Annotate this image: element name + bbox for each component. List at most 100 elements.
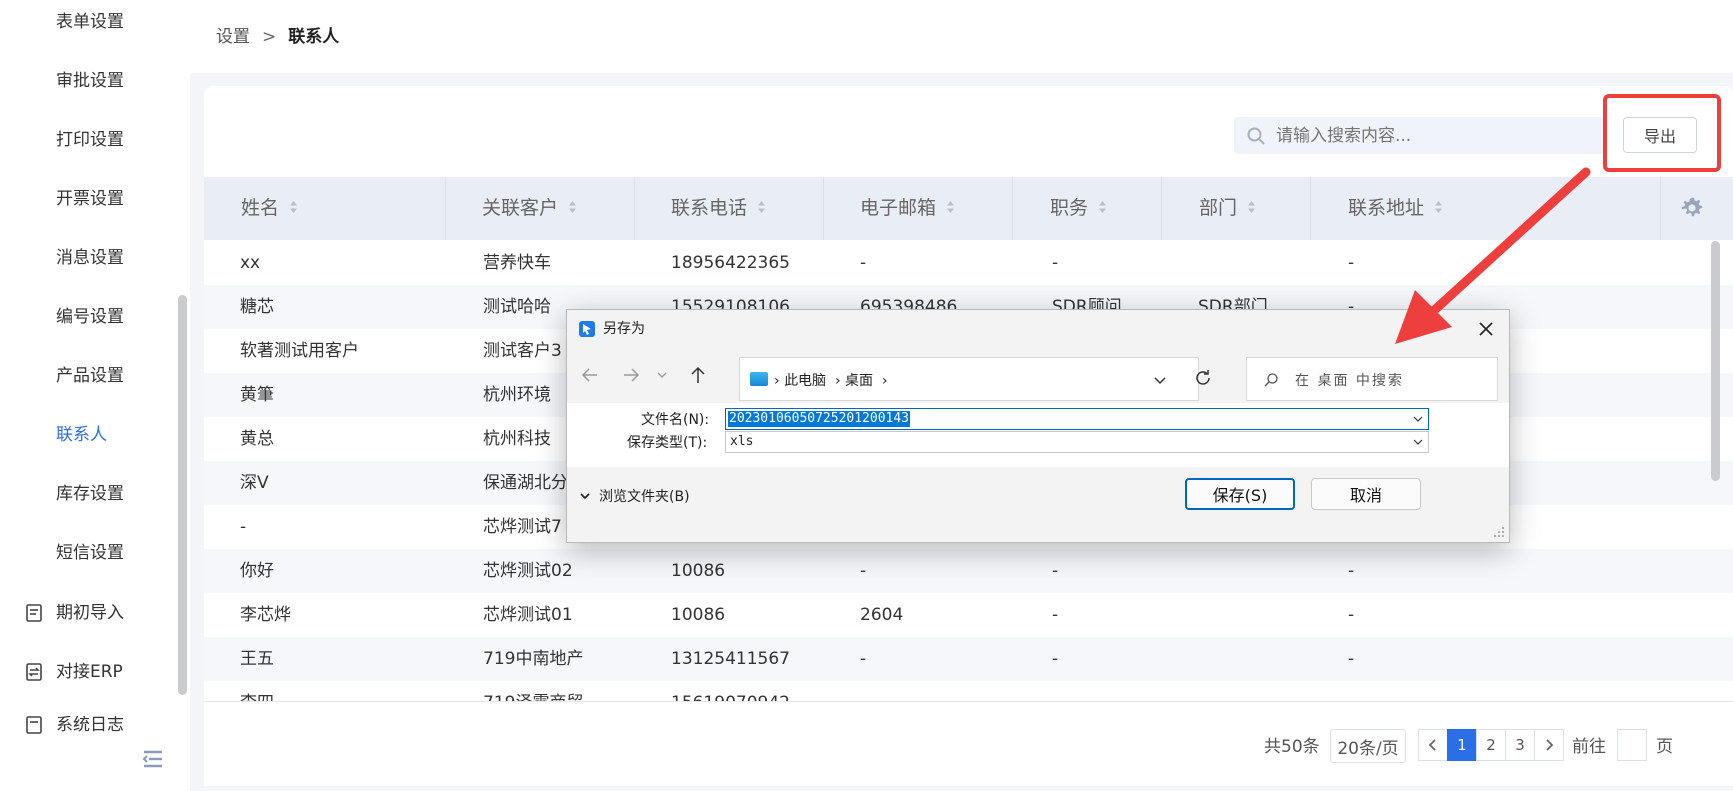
sidebar-scrollbar[interactable] xyxy=(178,295,187,695)
folder-search-box[interactable]: 在 桌面 中搜索 xyxy=(1246,357,1498,401)
table-cell: 黄总 xyxy=(240,429,274,449)
save-button[interactable]: 保存(S) xyxy=(1185,478,1295,510)
sidebar-group-initial-import[interactable]: 期初导入 xyxy=(24,598,124,628)
sidebar-item-inventory-settings[interactable]: 库存设置 xyxy=(56,479,124,509)
column-header-title[interactable]: 职务 xyxy=(1050,177,1107,240)
sidebar: 表单设置 审批设置 打印设置 开票设置 消息设置 编号设置 产品设置 联系人 库… xyxy=(0,0,190,791)
breadcrumb: 设置 > 联系人 xyxy=(216,22,339,47)
sort-icon[interactable] xyxy=(757,200,766,214)
sort-icon[interactable] xyxy=(1098,200,1107,214)
chevron-down-icon[interactable] xyxy=(1152,372,1168,388)
sidebar-item-numbering-settings[interactable]: 编号设置 xyxy=(56,302,124,332)
page-button-2[interactable]: 2 xyxy=(1476,729,1506,761)
table-cell: - xyxy=(1348,561,1355,581)
gear-icon[interactable] xyxy=(1680,196,1704,220)
column-header-email[interactable]: 电子邮箱 xyxy=(860,177,955,240)
table-cell: - xyxy=(1052,253,1059,273)
log-icon xyxy=(26,716,42,734)
table-row[interactable] xyxy=(204,637,1733,681)
column-divider xyxy=(1310,177,1311,240)
chevron-down-icon[interactable] xyxy=(1412,413,1424,425)
table-cell: 软著测试用客户 xyxy=(240,341,359,361)
table-cell: 营养快车 xyxy=(483,253,551,273)
address-bar[interactable]: › 此电脑 › 桌面 › xyxy=(739,357,1199,401)
page-button-1[interactable]: 1 xyxy=(1447,729,1477,761)
chevron-down-icon[interactable] xyxy=(1412,436,1424,448)
sort-icon[interactable] xyxy=(568,200,577,214)
table-cell: 杭州科技 xyxy=(483,429,551,449)
forward-arrow-icon[interactable] xyxy=(620,364,642,386)
sidebar-item-invoice-settings[interactable]: 开票设置 xyxy=(56,184,124,214)
dialog-title: 另存为 xyxy=(603,321,645,337)
sidebar-item-approval-settings[interactable]: 审批设置 xyxy=(56,66,124,96)
column-header-name[interactable]: 姓名 xyxy=(241,177,298,240)
sidebar-item-product-settings[interactable]: 产品设置 xyxy=(56,361,124,391)
sidebar-group-label: 期初导入 xyxy=(56,603,124,623)
table-cell: 13125411567 xyxy=(671,649,790,669)
sort-icon[interactable] xyxy=(1434,200,1443,214)
column-header-department[interactable]: 部门 xyxy=(1199,177,1256,240)
sidebar-group-label: 对接ERP xyxy=(56,662,123,682)
column-header-phone[interactable]: 联系电话 xyxy=(671,177,766,240)
path-segment-this-pc[interactable]: 此电脑 xyxy=(784,373,826,389)
search-input[interactable] xyxy=(1274,124,1578,147)
browse-folders-toggle[interactable]: 浏览文件夹(B) xyxy=(579,486,690,506)
page-button-3[interactable]: 3 xyxy=(1505,729,1535,761)
table-cell: 18956422365 xyxy=(671,253,790,273)
folder-search-placeholder: 在 桌面 中搜索 xyxy=(1295,373,1404,389)
prev-page-button[interactable] xyxy=(1418,729,1448,761)
breadcrumb-parent[interactable]: 设置 xyxy=(216,27,250,47)
column-divider xyxy=(1161,177,1162,240)
sidebar-item-contacts[interactable]: 联系人 xyxy=(56,420,107,450)
table-row[interactable] xyxy=(204,241,1733,285)
cancel-button[interactable]: 取消 xyxy=(1311,478,1421,510)
column-header-customer[interactable]: 关联客户 xyxy=(482,177,577,240)
sort-icon[interactable] xyxy=(946,200,955,214)
recent-dropdown-icon[interactable] xyxy=(655,364,669,386)
annotation-highlight-box xyxy=(1603,94,1721,172)
resize-grip-icon[interactable] xyxy=(1493,526,1505,538)
column-header-address[interactable]: 联系地址 xyxy=(1348,177,1443,240)
sidebar-group-system-log[interactable]: 系统日志 xyxy=(24,716,124,734)
up-arrow-icon[interactable] xyxy=(687,364,709,386)
breadcrumb-current: 联系人 xyxy=(288,27,340,47)
back-arrow-icon[interactable] xyxy=(579,364,601,386)
table-cell: - xyxy=(860,561,867,581)
filetype-select[interactable]: xls xyxy=(725,431,1429,453)
column-divider xyxy=(445,177,446,240)
sidebar-item-sms-settings[interactable]: 短信设置 xyxy=(56,538,124,568)
table-row[interactable] xyxy=(204,549,1733,593)
sidebar-item-message-settings[interactable]: 消息设置 xyxy=(56,243,124,273)
chevron-right-icon xyxy=(1546,739,1554,751)
table-row[interactable] xyxy=(204,681,1733,701)
footer-divider xyxy=(204,701,1733,702)
table-cell: 你好 xyxy=(240,561,274,581)
table-row[interactable] xyxy=(204,593,1733,637)
dialog-titlebar[interactable]: 另存为 xyxy=(567,310,1509,348)
table-cell: 芯烨测试7 xyxy=(483,517,562,537)
table-cell: 719中南地产 xyxy=(483,649,584,669)
search-box[interactable] xyxy=(1234,117,1604,154)
table-cell: 芯烨测试02 xyxy=(483,561,573,581)
breadcrumb-separator: > xyxy=(262,27,277,47)
goto-page-input[interactable] xyxy=(1617,729,1647,761)
filename-value: 20230106050725201200143 xyxy=(728,411,911,427)
next-page-button[interactable] xyxy=(1534,729,1564,761)
sort-icon[interactable] xyxy=(289,200,298,214)
header-bar xyxy=(190,0,1733,73)
refresh-icon[interactable] xyxy=(1193,368,1213,388)
close-icon[interactable] xyxy=(1477,320,1495,338)
path-segment-desktop[interactable]: 桌面 xyxy=(845,373,873,389)
filename-input[interactable]: 20230106050725201200143 xyxy=(725,408,1429,430)
table-cell: 李芯烨 xyxy=(240,605,291,625)
collapse-menu-icon[interactable] xyxy=(140,746,166,772)
search-icon xyxy=(1264,373,1278,387)
sidebar-item-print-settings[interactable]: 打印设置 xyxy=(56,125,124,155)
page-size-select[interactable]: 20条/页 xyxy=(1330,729,1406,763)
table-cell: 2604 xyxy=(860,605,904,625)
sidebar-item-form-settings[interactable]: 表单设置 xyxy=(56,7,124,37)
table-scrollbar[interactable] xyxy=(1711,241,1720,481)
sidebar-group-erp[interactable]: 对接ERP xyxy=(24,657,123,687)
chevron-down-icon xyxy=(580,493,590,500)
sort-icon[interactable] xyxy=(1247,200,1256,214)
